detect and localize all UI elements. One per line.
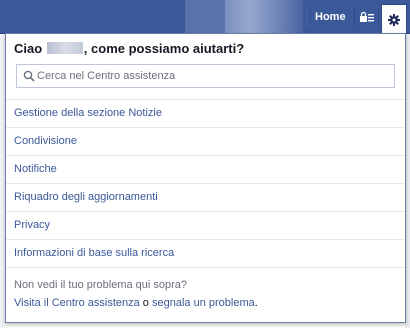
help-search-input[interactable] [37,66,387,86]
footer-end: . [254,297,258,309]
help-topic-notifications[interactable]: Notifiche [6,156,405,184]
help-topic-ticker[interactable]: Riquadro degli aggiornamenti [6,184,405,212]
greeting-text: Ciao [14,41,43,56]
footer-links: Visita il Centro assistenza o segnala un… [14,297,258,309]
help-topic-search-basics[interactable]: Informazioni di base sulla ricerca [6,240,405,268]
profile-link-blurred[interactable] [185,0,303,34]
footer-question: Non vedi il tuo problema qui sopra? [14,279,188,291]
privacy-shortcut-button[interactable] [355,8,379,26]
help-center-link[interactable]: Visita il Centro assistenza [14,297,140,309]
help-topic-news-feed[interactable]: Gestione della sezione Notizie [6,100,405,128]
gear-icon [388,13,400,26]
help-topics-list: Gestione della sezione Notizie Condivisi… [6,100,405,268]
help-search-box[interactable] [16,64,395,88]
privacy-shortcut-icon [359,11,374,22]
help-topic-privacy[interactable]: Privacy [6,212,405,240]
user-name-blurred [46,42,83,54]
help-dropdown: Ciao , come possiamo aiutarti? Gestione … [5,33,406,323]
help-topic-sharing[interactable]: Condivisione [6,128,405,156]
top-navigation-bar: Home [0,0,410,34]
report-problem-link[interactable]: segnala un problema [152,297,255,309]
home-link[interactable]: Home [306,8,355,26]
search-icon [23,70,35,82]
help-title: Ciao , come possiamo aiutarti? [14,41,244,56]
settings-button[interactable] [381,4,407,34]
help-question-text: , come possiamo aiutarti? [83,41,245,56]
footer-connector: o [139,297,152,309]
